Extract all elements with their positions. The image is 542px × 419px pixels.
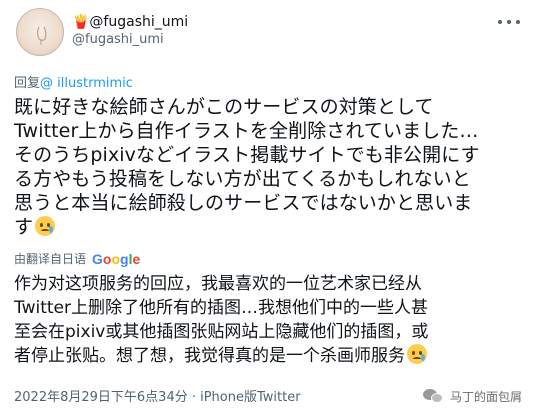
translated-line-text: 者停止张贴。想了想，我觉得真的是一个杀画师服务 — [14, 346, 405, 366]
more-options-icon[interactable] — [498, 14, 520, 30]
original-line: る方やもう投稿をしない方が出てくるかもしれないと — [14, 168, 471, 190]
display-name[interactable]: 🍟@fugashi_umi — [72, 14, 188, 30]
translated-line: 至会在pixiv或其他插图张贴网站上隐藏他们的插图，或 — [14, 322, 429, 342]
original-line-last: す — [14, 215, 528, 239]
wechat-icon — [422, 387, 445, 405]
tweet-translated-text: 作为对这项服务的回应，我最喜欢的一位艺术家已经从 Twitter上删除了他所有的… — [14, 272, 528, 368]
tweet-timestamp[interactable]: 2022年8月29日下午6点34分 · iPhone版Twitter — [14, 386, 301, 405]
original-line: Twitter上から自作イラストを全削除されていました… — [14, 120, 479, 142]
crying-face-emoji-icon — [35, 216, 56, 236]
user-handle[interactable]: @fugashi_umi — [72, 31, 188, 49]
watermark: 马丁的面包屑 — [422, 387, 522, 405]
tweet-header: 🍟@fugashi_umi @fugashi_umi — [14, 8, 528, 60]
reply-to-line: 回复@ illustrmimic — [14, 72, 133, 91]
avatar[interactable] — [16, 8, 64, 56]
google-logo-icon: Google — [92, 250, 141, 267]
reply-mention-link[interactable]: @ illustrmimic — [40, 76, 133, 91]
user-info: 🍟@fugashi_umi @fugashi_umi — [72, 14, 188, 49]
original-line: 思うと本当に絵師殺しのサービスではないかと思いま — [14, 192, 473, 214]
translated-line-last: 者停止张贴。想了想，我觉得真的是一个杀画师服务 — [14, 344, 528, 368]
original-line: そのうちpixivなどイラスト掲載サイトでも非公開にす — [14, 144, 480, 166]
reply-prefix: 回复 — [14, 76, 41, 91]
translation-attribution: 由翻译自日语 Google — [14, 250, 140, 267]
avatar-drawing-icon — [36, 26, 47, 45]
watermark-text: 马丁的面包屑 — [449, 389, 522, 404]
translate-label[interactable]: 由翻译自日语 — [14, 250, 86, 267]
original-line: 既に好きな絵師さんがこのサービスの対策として — [14, 96, 434, 118]
original-line-text: す — [14, 216, 34, 238]
translated-line: 作为对这项服务的回应，我最喜欢的一位艺术家已经从 — [14, 274, 422, 294]
crying-face-emoji-icon — [407, 344, 427, 364]
translated-line: Twitter上删除了他所有的插图…我想他们中的一些人甚 — [14, 298, 428, 318]
tweet-original-text: 既に好きな絵師さんがこのサービスの対策として Twitter上から自作イラストを… — [14, 95, 528, 239]
